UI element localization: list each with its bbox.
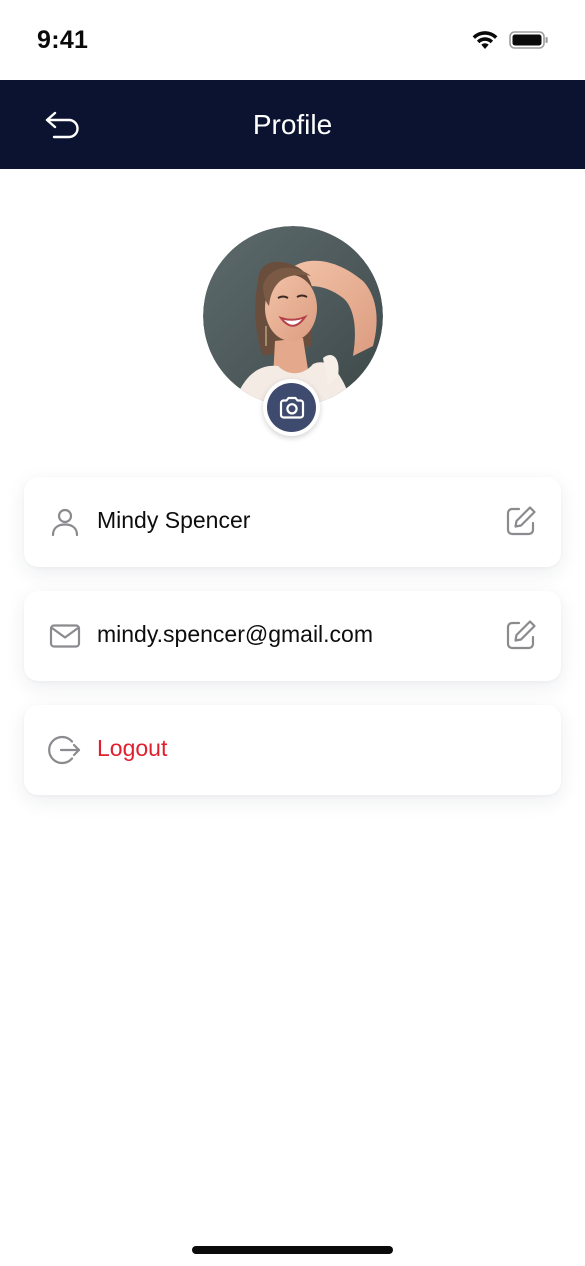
edit-icon xyxy=(506,506,536,536)
email-card: mindy.spencer@gmail.com xyxy=(24,591,561,681)
profile-name-value: Mindy Spencer xyxy=(97,507,251,533)
edit-name-button[interactable] xyxy=(503,503,539,539)
name-card: Mindy Spencer xyxy=(24,477,561,567)
profile-email-value: mindy.spencer@gmail.com xyxy=(97,621,374,647)
mail-icon xyxy=(49,624,81,648)
wifi-icon xyxy=(472,31,498,49)
logout-icon-wrap xyxy=(48,733,82,767)
page-title: Profile xyxy=(252,109,333,140)
camera-button-inner xyxy=(267,383,316,432)
edit-email-button[interactable] xyxy=(503,617,539,653)
email-icon-wrap xyxy=(48,619,82,653)
change-photo-button[interactable] xyxy=(263,379,320,436)
logout-label: Logout xyxy=(97,735,168,761)
battery-icon xyxy=(509,31,548,49)
status-time: 9:41 xyxy=(37,26,89,54)
camera-icon xyxy=(279,396,304,419)
edit-icon xyxy=(506,620,536,650)
app-header: Profile xyxy=(0,80,585,169)
person-icon xyxy=(51,508,79,537)
name-icon-wrap xyxy=(48,505,82,539)
logout-icon xyxy=(48,735,81,765)
logout-button[interactable]: Logout xyxy=(24,705,561,795)
home-indicator[interactable] xyxy=(192,1246,393,1254)
status-bar: 9:41 xyxy=(0,0,585,80)
